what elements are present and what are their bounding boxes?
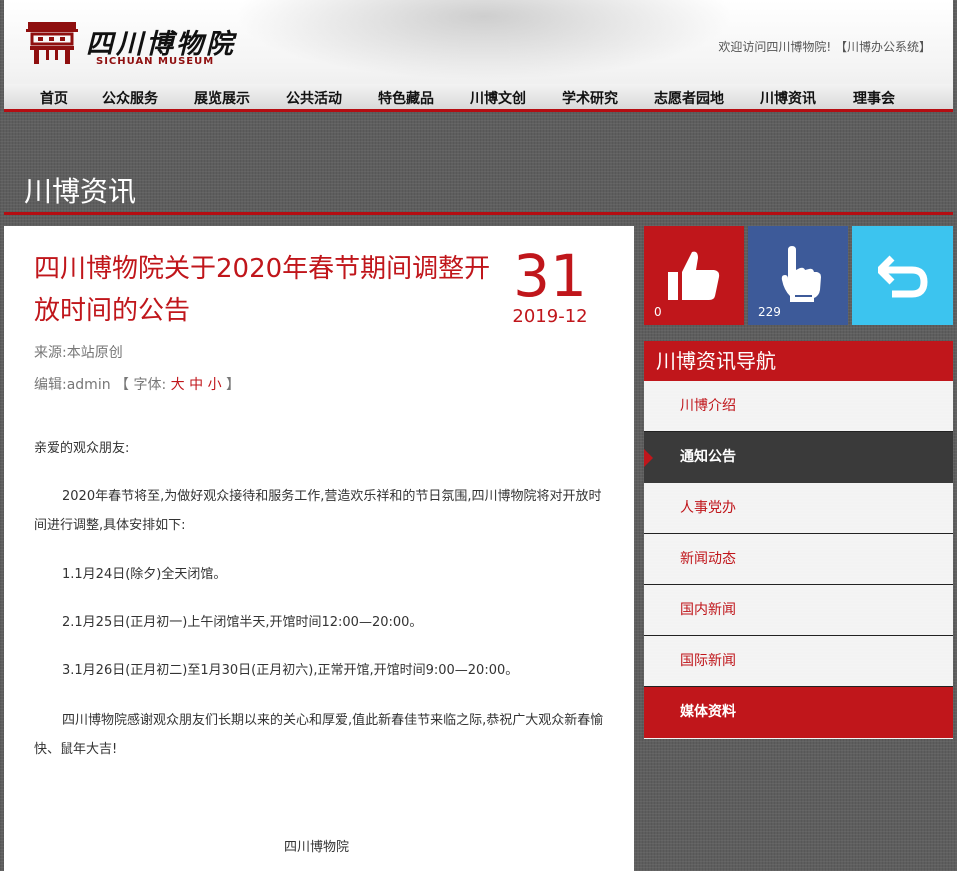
- nav-public-events[interactable]: 公共活动: [286, 88, 342, 108]
- article-paragraph-5: 四川博物院感谢观众朋友们长期以来的关心和厚爱,值此新春佳节来临之际,恭祝广大观众…: [34, 713, 604, 757]
- article-date-year-month: 2019-12: [512, 306, 588, 327]
- click-tile[interactable]: 229: [748, 226, 848, 325]
- site-header: 四川博物院 SICHUAN MUSEUM 欢迎访问四川博物院! 【川博办公系统】…: [4, 0, 953, 112]
- article-paragraph-2: 1.1月24日(除夕)全天闭馆。: [62, 567, 227, 582]
- nav-council[interactable]: 理事会: [853, 88, 895, 108]
- nav-exhibitions[interactable]: 展览展示: [194, 88, 250, 108]
- article-editor: 编辑:admin: [34, 377, 111, 393]
- sidebar-title: 川博资讯导航: [644, 341, 953, 381]
- font-large-button[interactable]: 大: [171, 377, 185, 393]
- office-system-link[interactable]: 【川博办公系统】: [835, 40, 931, 54]
- like-tile[interactable]: 0: [644, 226, 744, 325]
- sidebar-item-personnel[interactable]: 人事党办: [644, 483, 953, 534]
- font-size-label: 【 字体:: [115, 377, 167, 393]
- museum-logo-icon: [26, 22, 78, 64]
- article-title: 四川博物院关于2020年春节期间调整开放时间的公告: [34, 254, 491, 326]
- font-small-button[interactable]: 小: [208, 377, 222, 393]
- nav-news[interactable]: 川博资讯: [760, 88, 816, 108]
- welcome-text: 欢迎访问四川博物院!: [718, 40, 832, 54]
- news-sidebar: 川博资讯导航 川博介绍 通知公告 人事党办 新闻动态 国内新闻 国际新闻 媒体资…: [644, 341, 953, 739]
- nav-creative[interactable]: 川博文创: [470, 88, 526, 108]
- nav-research[interactable]: 学术研究: [562, 88, 618, 108]
- article-greeting: 亲爱的观众朋友:: [34, 441, 130, 456]
- article-paragraph-3: 2.1月25日(正月初一)上午闭馆半天,开馆时间12:00—20:00。: [62, 615, 423, 630]
- nav-volunteers[interactable]: 志愿者园地: [654, 88, 724, 108]
- article-panel: 四川博物院关于2020年春节期间调整开放时间的公告 31 2019-12 来源:…: [4, 226, 634, 871]
- back-arrow-icon: [878, 255, 928, 298]
- logo-english-name: SICHUAN MUSEUM: [96, 56, 215, 67]
- section-divider: [4, 212, 953, 215]
- click-count: 229: [758, 305, 781, 319]
- sidebar-item-domestic-news[interactable]: 国内新闻: [644, 585, 953, 636]
- font-medium-button[interactable]: 中: [189, 377, 203, 393]
- main-nav: 首页 公众服务 展览展示 公共活动 特色藏品 川博文创 学术研究 志愿者园地 川…: [4, 84, 953, 112]
- sidebar-item-news[interactable]: 新闻动态: [644, 534, 953, 585]
- article-date-day: 31: [513, 242, 587, 310]
- font-size-label-close: 】: [226, 377, 241, 393]
- nav-collections[interactable]: 特色藏品: [378, 88, 434, 108]
- welcome-bar: 欢迎访问四川博物院! 【川博办公系统】: [718, 38, 931, 55]
- section-title: 川博资讯: [24, 175, 137, 208]
- article-signature: 四川博物院: [284, 840, 350, 855]
- thumbs-up-icon: [668, 251, 720, 300]
- article-source: 来源:本站原创: [34, 345, 123, 361]
- like-count: 0: [654, 305, 662, 319]
- sidebar-item-notices[interactable]: 通知公告: [644, 432, 953, 483]
- back-tile[interactable]: [852, 226, 953, 325]
- sidebar-item-international-news[interactable]: 国际新闻: [644, 636, 953, 687]
- site-logo[interactable]: 四川博物院 SICHUAN MUSEUM: [26, 20, 236, 72]
- nav-public-service[interactable]: 公众服务: [102, 88, 158, 108]
- sidebar-item-about[interactable]: 川博介绍: [644, 381, 953, 432]
- pointing-hand-icon: [781, 246, 821, 302]
- nav-home[interactable]: 首页: [40, 88, 68, 108]
- article-paragraph-4: 3.1月26日(正月初二)至1月30日(正月初六),正常开馆,开馆时间9:00—…: [62, 663, 519, 678]
- sidebar-item-media[interactable]: 媒体资料: [644, 687, 953, 738]
- article-meta-line: 编辑:admin 【 字体: 大 中 小 】: [34, 374, 240, 394]
- article-paragraph-1: 2020年春节将至,为做好观众接待和服务工作,营造欢乐祥和的节日氛围,四川博物院…: [34, 489, 602, 533]
